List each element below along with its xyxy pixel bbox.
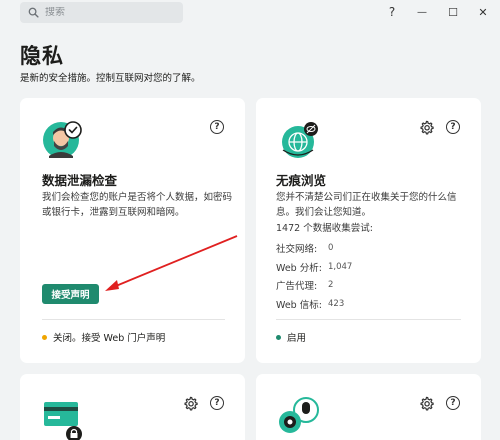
stat-row: 广告代理: 2 <box>276 276 373 295</box>
annotation-arrow <box>105 235 238 291</box>
page-subtitle: 是新的安全措施。控制互联网对您的了解。 <box>20 73 201 84</box>
card-description: 我们会检查您的账户是否将个人数据，如密码 或银行卡，泄露到互联网和暗网。 <box>42 190 237 220</box>
description-line: 您并不清楚公司们正在收集关于您的什么信 <box>276 192 457 203</box>
globe-eye-icon <box>282 122 318 158</box>
stats-header: 1472 个数据收集尝试: <box>276 223 373 234</box>
status-text: 启用 <box>287 333 307 344</box>
divider <box>276 319 461 320</box>
gear-icon[interactable] <box>419 396 434 411</box>
maximize-button[interactable]: ☐ <box>444 3 462 21</box>
card-title: 数据泄漏检查 <box>42 173 118 188</box>
stat-row: 社交网络: 0 <box>276 239 373 258</box>
page-title: 隐私 <box>20 44 64 68</box>
webcam-card: ? <box>256 374 481 440</box>
card-title: 无痕浏览 <box>276 173 327 188</box>
stat-value: 1,047 <box>328 261 353 272</box>
search-input[interactable] <box>45 7 175 18</box>
stat-label: Web 信标: <box>276 299 322 311</box>
tracking-stats: 1472 个数据收集尝试: 社交网络: 0 Web 分析: 1,047 广告代理… <box>276 220 373 313</box>
help-icon[interactable]: ? <box>210 396 224 410</box>
accept-statement-button[interactable]: 接受声明 <box>42 284 99 304</box>
minimize-button[interactable]: — <box>413 3 431 21</box>
title-bar: ? — ☐ ✕ <box>0 0 500 26</box>
help-icon[interactable]: ? <box>446 120 460 134</box>
private-browsing-card: ? 无痕浏览 您并不清楚公司们正在收集关于您的什么信 息。我们会让您知道。 14… <box>256 98 481 363</box>
stat-row: Web 分析: 1,047 <box>276 258 373 277</box>
status: 关闭。接受 Web 门户声明 <box>42 330 165 344</box>
description-line: 或银行卡，泄露到互联网和暗网。 <box>42 207 185 218</box>
payment-card: ? <box>20 374 245 440</box>
help-icon[interactable]: ? <box>210 120 224 134</box>
gear-icon[interactable] <box>419 120 434 135</box>
stat-value: 0 <box>328 243 334 254</box>
description-line: 息。我们会让您知道。 <box>276 207 372 218</box>
search-box[interactable] <box>20 2 183 23</box>
status-dot <box>42 334 47 340</box>
stat-label: 广告代理: <box>276 281 318 293</box>
bank-card-lock-icon <box>44 402 82 440</box>
gear-icon[interactable] <box>183 396 198 411</box>
card-description: 您并不清楚公司们正在收集关于您的什么信 息。我们会让您知道。 <box>276 190 476 220</box>
person-check-icon <box>43 121 82 158</box>
description-line: 我们会检查您的账户是否将个人数据，如密码 <box>42 192 233 203</box>
help-icon[interactable]: ? <box>446 396 460 410</box>
stat-row: Web 信标: 423 <box>276 295 373 314</box>
status-dot <box>276 334 281 340</box>
status-text: 关闭。接受 Web 门户声明 <box>53 333 166 344</box>
search-icon <box>28 7 39 18</box>
help-button[interactable]: ? <box>383 3 401 21</box>
webcam-mic-icon <box>279 397 319 433</box>
stat-value: 423 <box>328 298 345 309</box>
stat-value: 2 <box>328 280 334 291</box>
divider <box>42 319 225 320</box>
status: 启用 <box>276 330 306 344</box>
stat-label: 社交网络: <box>276 244 318 256</box>
stat-label: Web 分析: <box>276 262 322 274</box>
close-button[interactable]: ✕ <box>474 3 492 21</box>
